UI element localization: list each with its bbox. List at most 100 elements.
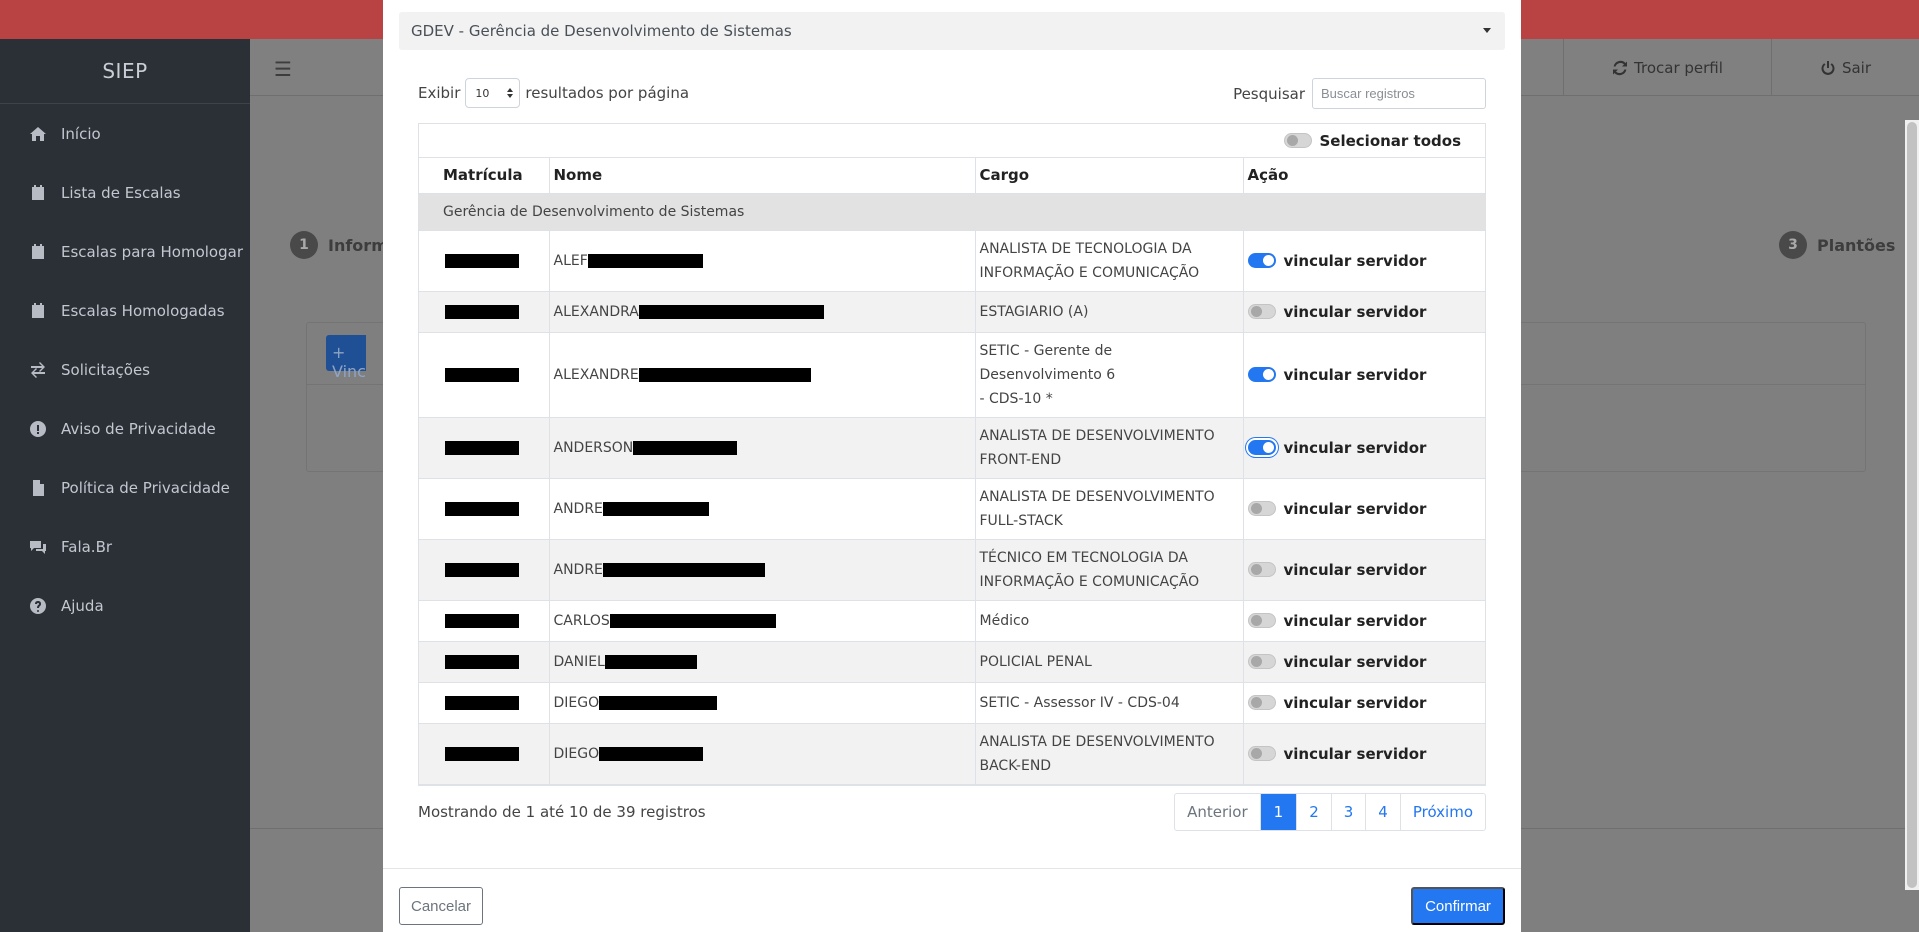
cargo-line-1: SETIC - Gerente de Desenvolvimento 6 [979, 342, 1116, 383]
pagination-page-1[interactable]: 1 [1260, 794, 1298, 830]
redacted-block [638, 304, 824, 319]
cell-nome: ALEXANDRA [549, 291, 976, 333]
table-row: DIEGO ANALISTA DE DESENVOLVIMENTO BACK-END… [419, 723, 1485, 785]
file-icon [28, 478, 48, 498]
column-header-matricula[interactable]: Matrícula [419, 158, 550, 194]
pagination-page-3[interactable]: 3 [1332, 794, 1367, 830]
column-header-cargo[interactable]: Cargo [975, 158, 1244, 194]
cargo-line-2: BACK-END [979, 757, 1052, 774]
cell-matricula [419, 641, 550, 683]
cell-cargo: ANALISTA DE DESENVOLVIMENTO BACK-END [975, 723, 1244, 785]
link-server-label: vincular servidor [1283, 652, 1427, 671]
step-number: 1 [290, 231, 318, 259]
pagination-previous[interactable]: Anterior [1175, 794, 1261, 830]
table-row: ALEXANDRA ESTAGIARIO (A) vincular servidor [419, 291, 1485, 333]
sidebar-item-política-de-privacidade[interactable]: Política de Privacidade [0, 458, 250, 517]
cell-matricula [419, 291, 550, 333]
search-control: Pesquisar [1233, 78, 1486, 109]
step-number: 3 [1779, 231, 1807, 259]
cell-matricula [419, 539, 550, 601]
select-all-toggle[interactable] [1283, 133, 1312, 148]
sidebar-item-início[interactable]: Início [0, 104, 250, 163]
cell-nome: ANDRE [549, 539, 976, 601]
search-input[interactable] [1312, 78, 1486, 109]
cell-matricula [419, 478, 550, 540]
link-server-toggle[interactable] [1247, 613, 1276, 628]
unit-select[interactable]: GDEV - Gerência de Desenvolvimento de Si… [399, 12, 1505, 50]
sidebar-item-ajuda[interactable]: Ajuda [0, 576, 250, 635]
cell-acao: vincular servidor [1243, 291, 1485, 333]
question-circle-icon [28, 596, 48, 616]
sidebar-item-solicitações[interactable]: Solicitações [0, 340, 250, 399]
search-label: Pesquisar [1233, 84, 1305, 103]
confirm-button[interactable]: Confirmar [1411, 887, 1505, 925]
page-length-select[interactable]: 10 [465, 78, 521, 108]
calendar-icon [28, 183, 48, 203]
redacted-block [445, 695, 519, 710]
sidebar-item-escalas-homologadas[interactable]: Escalas Homologadas [0, 281, 250, 340]
scrollbar-thumb[interactable] [1907, 122, 1917, 888]
link-server-toggle[interactable] [1247, 746, 1276, 761]
exchange-icon [28, 360, 48, 380]
page-scrollbar[interactable] [1905, 120, 1919, 890]
cell-matricula [419, 682, 550, 724]
cell-acao: vincular servidor [1243, 478, 1485, 540]
group-row: Gerência de Desenvolvimento de Sistemas [419, 193, 1485, 231]
cancel-button[interactable]: Cancelar [399, 887, 483, 925]
page-length-value: 10 [475, 86, 490, 100]
link-server-toggle[interactable] [1247, 695, 1276, 710]
redacted-block [445, 440, 519, 455]
cargo-line-1: SETIC - Assessor IV - CDS-04 [979, 694, 1180, 711]
pagination-page-4[interactable]: 4 [1366, 794, 1401, 830]
sidebar-item-fala-br[interactable]: Fala.Br [0, 517, 250, 576]
unit-select-value: GDEV - Gerência de Desenvolvimento de Si… [411, 22, 792, 40]
cell-cargo: Médico [975, 600, 1244, 642]
column-header-acao[interactable]: Ação [1243, 158, 1485, 194]
redacted-block [587, 253, 703, 268]
hamburger-menu-icon[interactable]: ☰ [274, 57, 292, 81]
sidebar-item-escalas-para-homologar[interactable]: Escalas para Homologar [0, 222, 250, 281]
redacted-block [445, 654, 519, 669]
switch-profile-button[interactable]: Trocar perfil [1563, 39, 1771, 96]
logout-label: Sair [1841, 58, 1871, 77]
sidebar-item-label: Lista de Escalas [61, 183, 181, 202]
link-server-label: vincular servidor [1283, 693, 1427, 712]
cargo-line-1: ANALISTA DE DESENVOLVIMENTO [979, 488, 1215, 505]
pagination: Anterior 1 2 3 4 Próximo [1174, 793, 1486, 831]
link-server-toggle[interactable] [1247, 253, 1276, 268]
sidebar-item-label: Aviso de Privacidade [61, 419, 216, 438]
brand-logo[interactable]: SIEP [0, 39, 250, 104]
link-server-toggle[interactable] [1247, 501, 1276, 516]
cargo-line-2: FRONT-END [979, 451, 1062, 468]
cell-acao: vincular servidor [1243, 641, 1485, 683]
calendar-minus-icon [28, 242, 48, 262]
cell-nome: DANIEL [549, 641, 976, 683]
table-row: CARLOS Médico vincular servidor [419, 600, 1485, 642]
cargo-line-2: INFORMAÇÃO E COMUNICAÇÃO [979, 264, 1200, 281]
sidebar-item-lista-de-escalas[interactable]: Lista de Escalas [0, 163, 250, 222]
length-suffix: resultados por página [525, 84, 690, 102]
cell-nome: ALEXANDRE [549, 332, 976, 418]
link-server-toggle[interactable] [1247, 654, 1276, 669]
cell-nome: DIEGO [549, 682, 976, 724]
pagination-page-2[interactable]: 2 [1297, 794, 1332, 830]
column-header-nome[interactable]: Nome [549, 158, 976, 194]
cell-cargo: SETIC - Gerente de Desenvolvimento 6 - CD… [975, 332, 1244, 418]
server-name: DIEGO [553, 745, 600, 762]
link-server-toggle[interactable] [1247, 562, 1276, 577]
link-server-toggle[interactable] [1247, 304, 1276, 319]
cell-acao: vincular servidor [1243, 600, 1485, 642]
calendar-check-icon [28, 301, 48, 321]
cell-cargo: POLICIAL PENAL [975, 641, 1244, 683]
exclamation-circle-icon [28, 419, 48, 439]
cell-matricula [419, 417, 550, 479]
redacted-block [445, 746, 519, 761]
link-server-toggle[interactable] [1247, 440, 1276, 455]
pagination-next[interactable]: Próximo [1401, 794, 1485, 830]
link-server-toggle[interactable] [1247, 367, 1276, 382]
sidebar-item-label: Ajuda [61, 596, 104, 615]
table-row: ANDRE ANALISTA DE DESENVOLVIMENTO FULL-STA… [419, 478, 1485, 540]
sidebar-item-aviso-de-privacidade[interactable]: Aviso de Privacidade [0, 399, 250, 458]
logout-button[interactable]: Sair [1770, 39, 1919, 96]
group-label: Gerência de Desenvolvimento de Sistemas [419, 193, 1485, 231]
